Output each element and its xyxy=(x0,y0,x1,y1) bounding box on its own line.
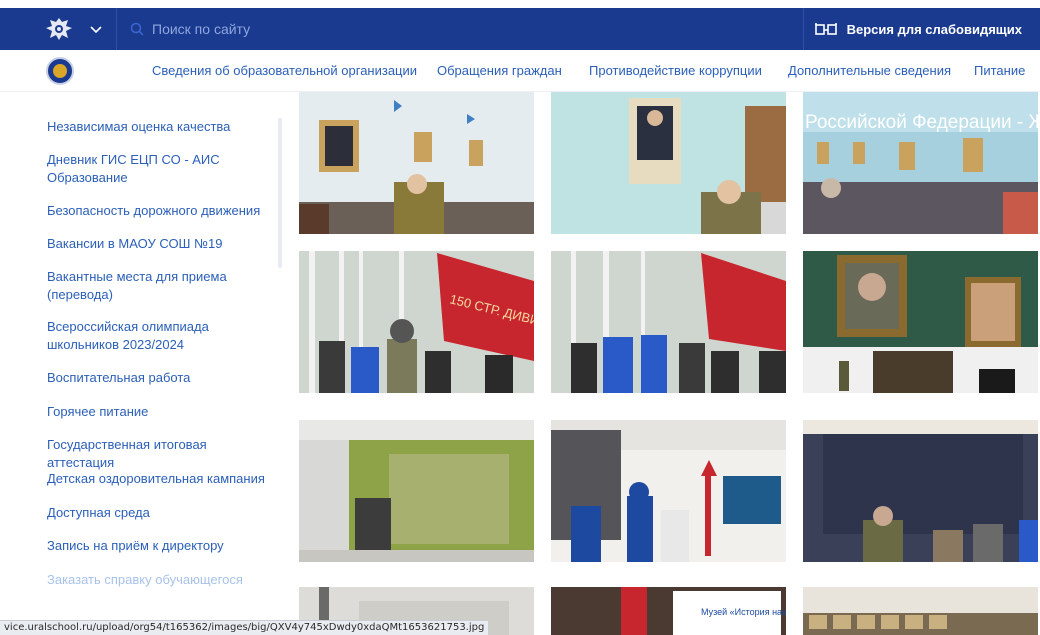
sidebar-scrollbar[interactable] xyxy=(278,118,282,268)
low-vision-label: Версия для слабовидящих xyxy=(846,21,1022,37)
sidebar-item[interactable]: Вакансии в МАОУ СОШ №19 xyxy=(47,235,277,253)
glasses-icon xyxy=(814,23,837,35)
sidebar-item[interactable]: Доступная среда xyxy=(47,504,277,522)
sidebar-menu: Независимая оценка качества Дневник ГИС … xyxy=(0,92,290,635)
sidebar-item[interactable]: Безопасность дорожного движения xyxy=(47,202,277,220)
header-divider xyxy=(803,8,804,50)
sidebar-item[interactable]: Горячее питание xyxy=(47,403,277,421)
nav-item-food[interactable]: Питание xyxy=(974,50,1025,92)
search-icon xyxy=(130,22,144,36)
nav-item-additional[interactable]: Дополнительные сведения xyxy=(788,50,951,92)
coat-of-arms-icon[interactable] xyxy=(44,16,74,42)
gallery-photo[interactable]: Музей «История нашей Родины» xyxy=(551,587,786,635)
gallery-photo[interactable]: 150 СТР. ДИВИЗИИ 79 С.К. xyxy=(299,251,534,393)
gallery-photo[interactable] xyxy=(299,92,534,234)
search-placeholder: Поиск по сайту xyxy=(152,21,251,37)
sidebar-item[interactable]: Заказать справку обучающегося xyxy=(47,571,277,589)
status-bar-url: vice.uralschool.ru/upload/org54/t165362/… xyxy=(0,620,490,635)
gallery-photo[interactable] xyxy=(551,251,786,393)
sidebar-item[interactable]: Запись на приём к директору xyxy=(47,537,277,555)
low-vision-button[interactable]: Версия для слабовидящих xyxy=(814,8,1022,50)
sidebar-item[interactable]: Независимая оценка качества xyxy=(47,118,277,136)
sidebar-item[interactable]: Дневник ГИС ЕЦП СО - АИС Образование xyxy=(47,151,277,187)
gallery-photo[interactable]: Российской Федерации - Жители xyxy=(803,92,1038,234)
gallery-photo[interactable] xyxy=(803,587,1038,635)
main-nav: Сведения об образовательной организации … xyxy=(0,50,1040,92)
nav-item-anticorruption[interactable]: Противодействие коррупции xyxy=(589,50,762,92)
gallery-photo[interactable] xyxy=(803,420,1038,562)
sidebar-item[interactable]: Государственная итоговая аттестация xyxy=(47,436,277,472)
sidebar-item[interactable]: Вакантные места для приема (перевода) xyxy=(47,268,277,304)
sidebar-item[interactable]: Детская оздоровительная кампания xyxy=(47,470,277,488)
nav-item-info[interactable]: Сведения об образовательной организации xyxy=(152,50,417,92)
top-strip xyxy=(0,0,1040,8)
sidebar-item[interactable]: Всероссийская олимпиада школьников 2023/… xyxy=(47,318,277,354)
top-header: Поиск по сайту Версия для слабовидящих xyxy=(0,8,1040,50)
school-logo[interactable] xyxy=(46,57,74,85)
photo-banner-text: Российской Федерации - Жители xyxy=(805,112,1038,133)
sidebar-item[interactable]: Воспитательная работа xyxy=(47,369,277,387)
header-divider xyxy=(116,8,117,50)
nav-item-appeals[interactable]: Обращения граждан xyxy=(437,50,562,92)
search-input[interactable]: Поиск по сайту xyxy=(130,8,250,50)
gallery-photo[interactable] xyxy=(551,92,786,234)
gallery-photo[interactable] xyxy=(551,420,786,562)
chevron-down-icon[interactable] xyxy=(88,21,104,37)
gallery-photo[interactable] xyxy=(299,420,534,562)
photo-screen-text: Музей «История нашей Родины» xyxy=(701,607,786,617)
gallery-photo[interactable] xyxy=(803,251,1038,393)
